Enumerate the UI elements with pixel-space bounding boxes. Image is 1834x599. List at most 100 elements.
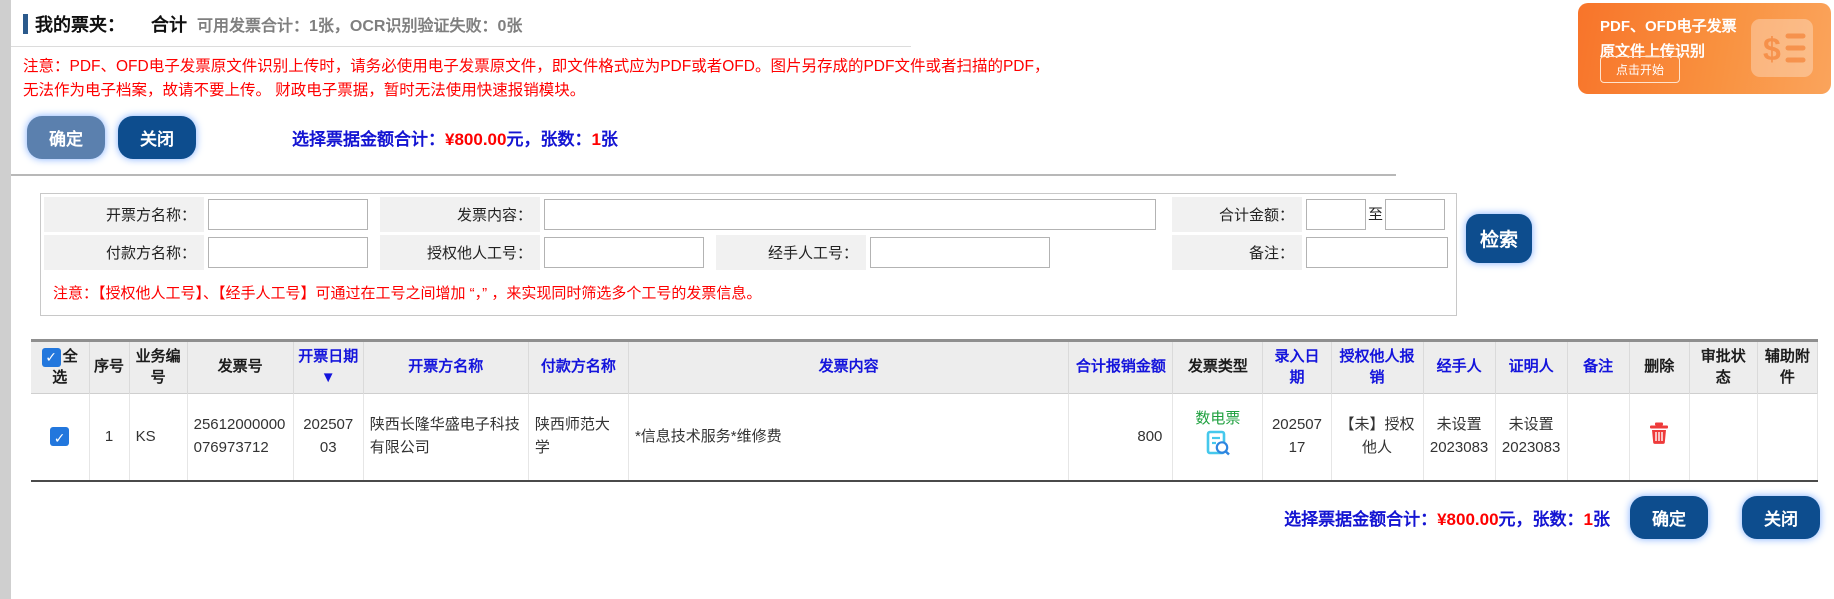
selection-total-label: 选择票据金额合计： — [292, 130, 445, 149]
col-authorized[interactable]: 授权他人报销 — [1331, 341, 1423, 394]
title-accent-bar — [23, 14, 28, 34]
cell-authorized: 【未】授权他人 — [1331, 394, 1423, 481]
invoice-content-input[interactable] — [544, 199, 1156, 230]
page-title: 我的票夹： — [35, 11, 125, 37]
col-handler[interactable]: 经手人 — [1423, 341, 1495, 394]
selection-total-count-suffix: 张 — [1593, 510, 1610, 529]
handler-id: 2023083 — [1430, 437, 1489, 460]
select-all-header: 全选 — [31, 341, 89, 394]
cell-seq: 1 — [89, 394, 129, 481]
invoice-folder-panel: 我的票夹： 合计 可用发票合计：1张，OCR识别验证失败：0张 注意：PDF、O… — [11, 0, 1834, 539]
amount-max-input[interactable] — [1385, 199, 1445, 230]
invoice-type-label: 数电票 — [1179, 408, 1256, 431]
handler-id-input[interactable] — [870, 237, 1050, 268]
cell-auxiliary — [1757, 394, 1817, 481]
table-header-row: 全选 序号 业务编号 发票号 开票日期▼ 开票方名称 付款方名称 发票内容 合计… — [31, 341, 1818, 394]
handler-id-label: 经手人工号： — [716, 235, 866, 270]
upload-notice: 注意：PDF、OFD电子发票原文件识别上传时，请务必使用电子发票原文件，即文件格… — [11, 47, 1834, 103]
cell-prover: 未设置 2023083 — [1495, 394, 1567, 481]
col-issuer[interactable]: 开票方名称 — [363, 341, 528, 394]
search-panel: 开票方名称： 发票内容： 合计金额： 至 付款方名称： 授权他人工号： 经手人工… — [40, 193, 1834, 316]
cell-content: *信息技术服务*维修费 — [628, 394, 1068, 481]
cell-payer: 陕西师范大学 — [528, 394, 628, 481]
col-content[interactable]: 发票内容 — [628, 341, 1068, 394]
upload-start-button[interactable]: 点击开始 — [1600, 56, 1680, 83]
selection-total-bottom: 选择票据金额合计：¥800.00元，张数：1张 — [1284, 505, 1610, 530]
invoice-content-label: 发票内容： — [380, 197, 540, 232]
col-invoice-date-sort[interactable]: 开票日期▼ — [293, 341, 363, 394]
bottom-toolbar: 选择票据金额合计：¥800.00元，张数：1张 确定 关闭 — [11, 496, 1834, 539]
handler-name: 未设置 — [1430, 414, 1489, 437]
cell-business-no: KS — [129, 394, 187, 481]
col-prover[interactable]: 证明人 — [1495, 341, 1567, 394]
authorized-id-label: 授权他人工号： — [380, 235, 540, 270]
col-seq: 序号 — [89, 341, 129, 394]
digital-invoice-search-icon — [1204, 445, 1232, 462]
remark-label: 备注： — [1172, 235, 1302, 270]
table-row: 1 KS 25612000000076973712 20250703 陕西长隆华… — [31, 394, 1818, 481]
row-checkbox[interactable] — [50, 427, 69, 446]
selection-total-amount-suffix: 元，张数： — [506, 130, 591, 149]
cell-invoice-no: 25612000000076973712 — [187, 394, 293, 481]
total-amount-label: 合计金额： — [1172, 197, 1302, 232]
cell-entry-date: 20250717 — [1263, 394, 1331, 481]
col-business-no: 业务编号 — [129, 341, 187, 394]
cell-handler: 未设置 2023083 — [1423, 394, 1495, 481]
page-header: 我的票夹： 合计 可用发票合计：1张，OCR识别验证失败：0张 — [11, 0, 911, 47]
selection-total-amount: ¥800.00 — [1437, 510, 1498, 529]
header-scope: 合计 — [151, 11, 187, 37]
search-note: 注意：【授权他人工号】、【经手人工号】可通过在工号之间增加 “，” ，来实现同时… — [41, 273, 1456, 315]
delete-row-button[interactable] — [1649, 422, 1669, 448]
trash-icon — [1649, 433, 1669, 448]
col-payer[interactable]: 付款方名称 — [528, 341, 628, 394]
cell-issuer: 陕西长隆华盛电子科技有限公司 — [363, 394, 528, 481]
close-button-bottom[interactable]: 关闭 — [1742, 496, 1820, 539]
cell-delete — [1629, 394, 1689, 481]
col-remark[interactable]: 备注 — [1567, 341, 1629, 394]
selection-total-top: 选择票据金额合计：¥800.00元，张数：1张 — [292, 125, 618, 150]
search-form: 开票方名称： 发票内容： 合计金额： 至 付款方名称： 授权他人工号： 经手人工… — [41, 194, 1458, 273]
col-entry-date[interactable]: 录入日期 — [1263, 341, 1331, 394]
cell-invoice-date: 20250703 — [293, 394, 363, 481]
payer-name-input[interactable] — [208, 237, 368, 268]
selection-total-count: 1 — [1584, 510, 1593, 529]
cell-approval-status — [1689, 394, 1757, 481]
selection-total-amount-suffix: 元，张数： — [1499, 510, 1584, 529]
confirm-button-top[interactable]: 确定 — [27, 116, 105, 159]
selection-total-count-suffix: 张 — [601, 130, 618, 149]
search-button[interactable]: 检索 — [1466, 214, 1532, 263]
remark-input[interactable] — [1306, 237, 1448, 268]
col-amount[interactable]: 合计报销金额 — [1069, 341, 1173, 394]
col-delete: 删除 — [1629, 341, 1689, 394]
cell-invoice-type: 数电票 — [1173, 394, 1263, 481]
cell-remark — [1567, 394, 1629, 481]
prover-id: 2023083 — [1502, 437, 1561, 460]
left-edge-strip — [0, 0, 11, 599]
upload-notice-line1: 注意：PDF、OFD电子发票原文件识别上传时，请务必使用电子发票原文件，即文件格… — [23, 55, 1834, 79]
upload-notice-line2: 无法作为电子档案，故请不要上传。 财政电子票据，暂时无法使用快速报销模块。 — [23, 79, 1834, 103]
close-button-top[interactable]: 关闭 — [118, 116, 196, 159]
selection-total-amount: ¥800.00 — [445, 130, 506, 149]
svg-text:$: $ — [1763, 31, 1781, 67]
search-form-box: 开票方名称： 发票内容： 合计金额： 至 付款方名称： 授权他人工号： 经手人工… — [40, 193, 1457, 316]
upload-card[interactable]: PDF、OFD电子发票 原文件上传识别 点击开始 $ — [1578, 3, 1831, 94]
col-invoice-no: 发票号 — [187, 341, 293, 394]
upload-card-title-line1: PDF、OFD电子发票 — [1600, 15, 1737, 40]
confirm-button-bottom[interactable]: 确定 — [1630, 496, 1708, 539]
issuer-name-label: 开票方名称： — [44, 197, 204, 232]
top-toolbar: 确定 关闭 选择票据金额合计：¥800.00元，张数：1张 — [11, 103, 1834, 159]
col-approval-status: 审批状态 — [1689, 341, 1757, 394]
amount-min-input[interactable] — [1306, 199, 1366, 230]
invoice-table: 全选 序号 业务编号 发票号 开票日期▼ 开票方名称 付款方名称 发票内容 合计… — [31, 339, 1818, 482]
col-invoice-type: 发票类型 — [1173, 341, 1263, 394]
select-all-checkbox[interactable] — [42, 348, 61, 367]
col-auxiliary: 辅助附件 — [1757, 341, 1817, 394]
selection-total-count: 1 — [591, 130, 600, 149]
header-summary: 可用发票合计：1张，OCR识别验证失败：0张 — [197, 12, 522, 36]
selection-total-label: 选择票据金额合计： — [1284, 510, 1437, 529]
authorized-id-input[interactable] — [544, 237, 704, 268]
amount-to-label: 至 — [1368, 206, 1383, 223]
dollar-receipt-icon: $ — [1751, 19, 1813, 82]
payer-name-label: 付款方名称： — [44, 235, 204, 270]
issuer-name-input[interactable] — [208, 199, 368, 230]
